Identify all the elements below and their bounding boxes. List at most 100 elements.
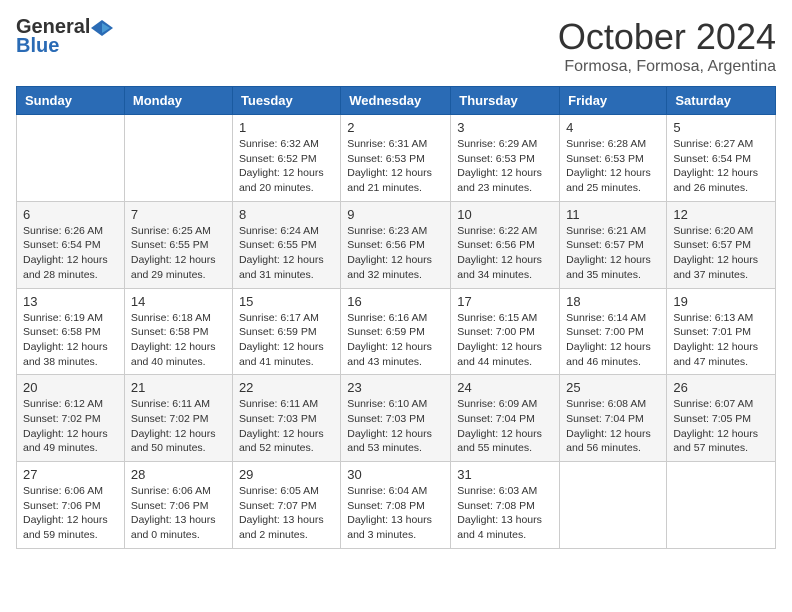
table-row: 2 Sunrise: 6:31 AMSunset: 6:53 PMDaylight…: [341, 115, 451, 202]
table-row: 26 Sunrise: 6:07 AMSunset: 7:05 PMDayligh…: [667, 375, 776, 462]
day-info: Sunrise: 6:21 AMSunset: 6:57 PMDaylight:…: [566, 224, 660, 283]
logo-flag-icon: [91, 19, 113, 37]
day-info: Sunrise: 6:28 AMSunset: 6:53 PMDaylight:…: [566, 137, 660, 196]
table-row: 20Sunrise: 6:12 AMSunset: 7:02 PMDayligh…: [17, 375, 125, 462]
day-number: 5: [673, 120, 769, 135]
day-info: Sunrise: 6:15 AMSunset: 7:00 PMDaylight:…: [457, 311, 553, 370]
day-info: Sunrise: 6:04 AMSunset: 7:08 PMDaylight:…: [347, 484, 444, 543]
table-row: 31Sunrise: 6:03 AMSunset: 7:08 PMDayligh…: [451, 462, 560, 549]
table-row: 15 Sunrise: 6:17 AMSunset: 6:59 PMDayligh…: [232, 288, 340, 375]
day-number: 19: [673, 294, 769, 309]
header-monday: Monday: [124, 87, 232, 115]
header-wednesday: Wednesday: [341, 87, 451, 115]
table-row: 21 Sunrise: 6:11 AMSunset: 7:02 PMDayligh…: [124, 375, 232, 462]
day-number: 23: [347, 380, 444, 395]
header-tuesday: Tuesday: [232, 87, 340, 115]
table-row: 9 Sunrise: 6:23 AMSunset: 6:56 PMDaylight…: [341, 201, 451, 288]
calendar-header-row: Sunday Monday Tuesday Wednesday Thursday…: [17, 87, 776, 115]
day-info: Sunrise: 6:29 AMSunset: 6:53 PMDaylight:…: [457, 137, 553, 196]
day-info: Sunrise: 6:11 AMSunset: 7:02 PMDaylight:…: [131, 397, 226, 456]
day-number: 14: [131, 294, 226, 309]
day-info: Sunrise: 6:25 AMSunset: 6:55 PMDaylight:…: [131, 224, 226, 283]
day-info: Sunrise: 6:24 AMSunset: 6:55 PMDaylight:…: [239, 224, 334, 283]
table-row: 17 Sunrise: 6:15 AMSunset: 7:00 PMDayligh…: [451, 288, 560, 375]
table-row: 25 Sunrise: 6:08 AMSunset: 7:04 PMDayligh…: [560, 375, 667, 462]
day-info: Sunrise: 6:20 AMSunset: 6:57 PMDaylight:…: [673, 224, 769, 283]
day-number: 15: [239, 294, 334, 309]
day-number: 27: [23, 467, 118, 482]
header-friday: Friday: [560, 87, 667, 115]
table-row: 14 Sunrise: 6:18 AMSunset: 6:58 PMDayligh…: [124, 288, 232, 375]
page-header: General Blue October 2024 Formosa, Formo…: [16, 16, 776, 76]
table-row: 12Sunrise: 6:20 AMSunset: 6:57 PMDayligh…: [667, 201, 776, 288]
table-row: 1 Sunrise: 6:32 AMSunset: 6:52 PMDaylight…: [232, 115, 340, 202]
day-number: 13: [23, 294, 118, 309]
table-row: 4 Sunrise: 6:28 AMSunset: 6:53 PMDaylight…: [560, 115, 667, 202]
day-number: 16: [347, 294, 444, 309]
day-number: 6: [23, 207, 118, 222]
title-section: October 2024 Formosa, Formosa, Argentina: [558, 16, 776, 76]
day-info: Sunrise: 6:16 AMSunset: 6:59 PMDaylight:…: [347, 311, 444, 370]
day-number: 10: [457, 207, 553, 222]
day-info: Sunrise: 6:18 AMSunset: 6:58 PMDaylight:…: [131, 311, 226, 370]
day-info: Sunrise: 6:06 AMSunset: 7:06 PMDaylight:…: [131, 484, 226, 543]
day-info: Sunrise: 6:10 AMSunset: 7:03 PMDaylight:…: [347, 397, 444, 456]
table-row: 3 Sunrise: 6:29 AMSunset: 6:53 PMDaylight…: [451, 115, 560, 202]
day-number: 22: [239, 380, 334, 395]
header-sunday: Sunday: [17, 87, 125, 115]
logo-blue: Blue: [16, 35, 59, 58]
day-number: 2: [347, 120, 444, 135]
day-info: Sunrise: 6:17 AMSunset: 6:59 PMDaylight:…: [239, 311, 334, 370]
table-row: 23 Sunrise: 6:10 AMSunset: 7:03 PMDayligh…: [341, 375, 451, 462]
table-row: [560, 462, 667, 549]
day-number: 11: [566, 207, 660, 222]
header-thursday: Thursday: [451, 87, 560, 115]
day-number: 28: [131, 467, 226, 482]
table-row: 19 Sunrise: 6:13 AMSunset: 7:01 PMDayligh…: [667, 288, 776, 375]
table-row: 8 Sunrise: 6:24 AMSunset: 6:55 PMDaylight…: [232, 201, 340, 288]
day-number: 7: [131, 207, 226, 222]
day-number: 3: [457, 120, 553, 135]
table-row: 5 Sunrise: 6:27 AMSunset: 6:54 PMDaylight…: [667, 115, 776, 202]
calendar-week-row: 6 Sunrise: 6:26 AMSunset: 6:54 PMDaylight…: [17, 201, 776, 288]
day-number: 21: [131, 380, 226, 395]
day-number: 8: [239, 207, 334, 222]
table-row: 29Sunrise: 6:05 AMSunset: 7:07 PMDayligh…: [232, 462, 340, 549]
day-number: 26: [673, 380, 769, 395]
logo: General Blue: [16, 16, 114, 58]
day-info: Sunrise: 6:32 AMSunset: 6:52 PMDaylight:…: [239, 137, 334, 196]
day-info: Sunrise: 6:19 AMSunset: 6:58 PMDaylight:…: [23, 311, 118, 370]
table-row: 6 Sunrise: 6:26 AMSunset: 6:54 PMDaylight…: [17, 201, 125, 288]
day-info: Sunrise: 6:14 AMSunset: 7:00 PMDaylight:…: [566, 311, 660, 370]
day-info: Sunrise: 6:08 AMSunset: 7:04 PMDaylight:…: [566, 397, 660, 456]
calendar-week-row: 20Sunrise: 6:12 AMSunset: 7:02 PMDayligh…: [17, 375, 776, 462]
day-info: Sunrise: 6:26 AMSunset: 6:54 PMDaylight:…: [23, 224, 118, 283]
day-info: Sunrise: 6:13 AMSunset: 7:01 PMDaylight:…: [673, 311, 769, 370]
day-info: Sunrise: 6:07 AMSunset: 7:05 PMDaylight:…: [673, 397, 769, 456]
table-row: 13 Sunrise: 6:19 AMSunset: 6:58 PMDayligh…: [17, 288, 125, 375]
table-row: 22 Sunrise: 6:11 AMSunset: 7:03 PMDayligh…: [232, 375, 340, 462]
calendar-table: Sunday Monday Tuesday Wednesday Thursday…: [16, 86, 776, 549]
day-number: 9: [347, 207, 444, 222]
day-info: Sunrise: 6:09 AMSunset: 7:04 PMDaylight:…: [457, 397, 553, 456]
day-number: 18: [566, 294, 660, 309]
table-row: 27Sunrise: 6:06 AMSunset: 7:06 PMDayligh…: [17, 462, 125, 549]
calendar-week-row: 13 Sunrise: 6:19 AMSunset: 6:58 PMDayligh…: [17, 288, 776, 375]
calendar-week-row: 27 Sunrise: 6:06 AMSunset: 7:06 PMDayligh…: [17, 462, 776, 549]
table-row: 28 Sunrise: 6:06 AMSunset: 7:06 PMDayligh…: [124, 462, 232, 549]
day-info: Sunrise: 6:22 AMSunset: 6:56 PMDaylight:…: [457, 224, 553, 283]
day-number: 4: [566, 120, 660, 135]
day-info: Sunrise: 6:23 AMSunset: 6:56 PMDaylight:…: [347, 224, 444, 283]
table-row: 18 Sunrise: 6:14 AMSunset: 7:00 PMDayligh…: [560, 288, 667, 375]
table-row: 24Sunrise: 6:09 AMSunset: 7:04 PMDayligh…: [451, 375, 560, 462]
table-row: 30Sunrise: 6:04 AMSunset: 7:08 PMDayligh…: [341, 462, 451, 549]
day-number: 20: [23, 380, 118, 395]
day-number: 1: [239, 120, 334, 135]
table-row: [667, 462, 776, 549]
day-info: Sunrise: 6:31 AMSunset: 6:53 PMDaylight:…: [347, 137, 444, 196]
day-number: 17: [457, 294, 553, 309]
day-info: Sunrise: 6:27 AMSunset: 6:54 PMDaylight:…: [673, 137, 769, 196]
day-number: 31: [457, 467, 553, 482]
day-number: 25: [566, 380, 660, 395]
day-info: Sunrise: 6:11 AMSunset: 7:03 PMDaylight:…: [239, 397, 334, 456]
